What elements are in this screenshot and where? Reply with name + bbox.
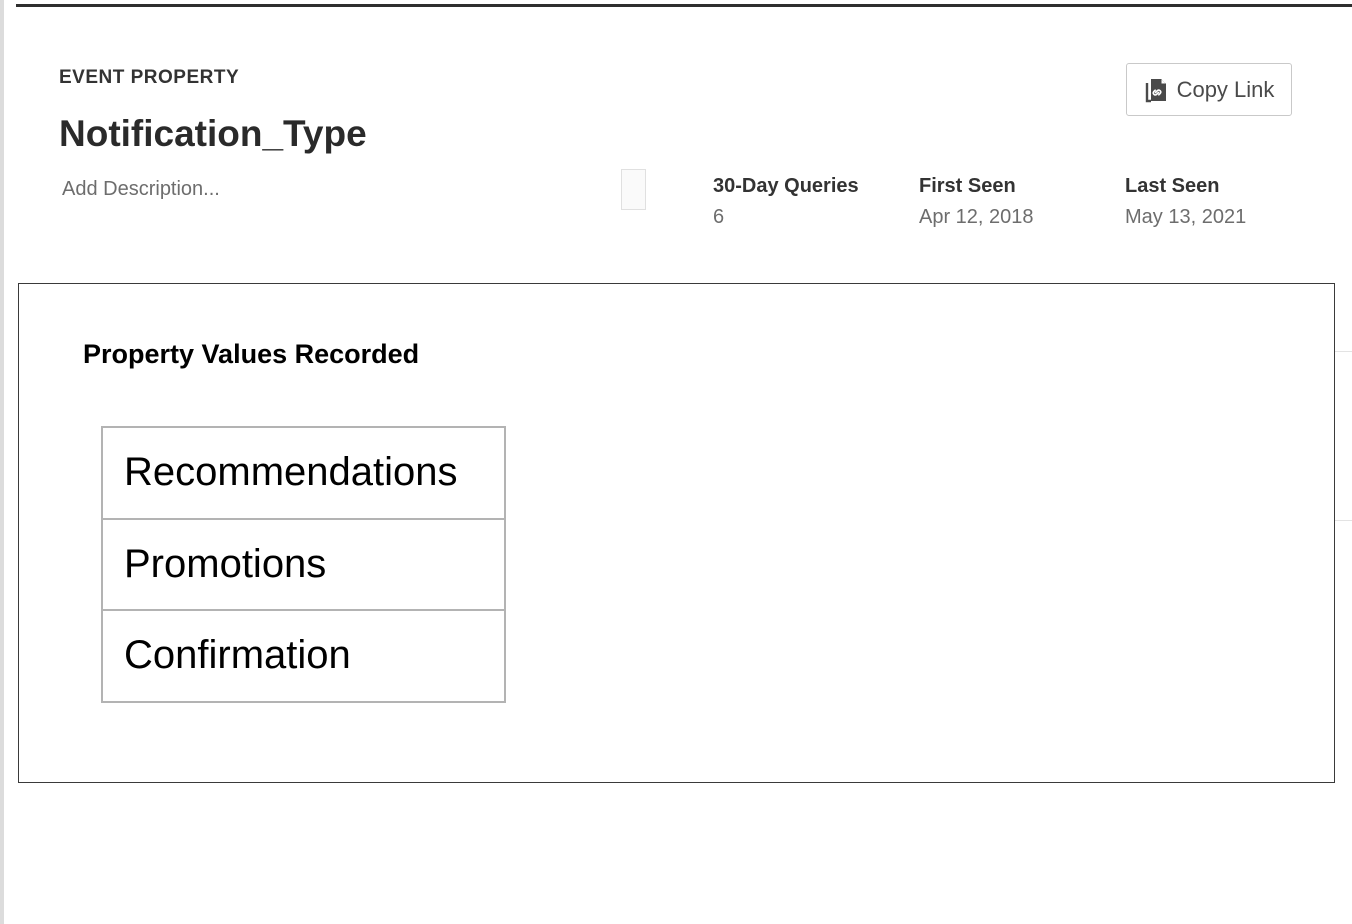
top-divider bbox=[16, 4, 1352, 7]
stat-value: Apr 12, 2018 bbox=[919, 206, 1034, 228]
property-value-cell: Recommendations bbox=[101, 426, 506, 520]
table-row: Recommendations bbox=[101, 426, 506, 520]
copy-link-icon bbox=[1145, 78, 1166, 102]
stat-last-seen: Last Seen May 13, 2021 bbox=[1125, 175, 1246, 229]
left-rail bbox=[0, 0, 4, 924]
property-value-cell: Promotions bbox=[101, 517, 506, 611]
copy-link-button[interactable]: Copy Link bbox=[1126, 63, 1292, 116]
stat-first-seen: First Seen Apr 12, 2018 bbox=[919, 175, 1034, 229]
property-name: Notification_Type bbox=[59, 113, 367, 154]
stat-30-day-queries: 30-Day Queries 6 bbox=[713, 175, 859, 229]
stat-label: 30-Day Queries bbox=[713, 175, 859, 197]
stat-label: First Seen bbox=[919, 175, 1016, 197]
side-divider bbox=[1334, 351, 1352, 352]
side-divider bbox=[1334, 520, 1352, 521]
property-values-title: Property Values Recorded bbox=[83, 339, 420, 369]
vertical-separator bbox=[621, 169, 646, 210]
property-values-card: Property Values Recorded Recommendations… bbox=[18, 283, 1335, 783]
property-value-cell: Confirmation bbox=[101, 609, 506, 703]
stat-value: 6 bbox=[713, 206, 725, 228]
table-row: Promotions bbox=[101, 517, 506, 611]
property-values-table: Recommendations Promotions Confirmation bbox=[101, 426, 506, 703]
stat-label: Last Seen bbox=[1125, 175, 1220, 197]
stat-value: May 13, 2021 bbox=[1125, 206, 1247, 228]
copy-link-label: Copy Link bbox=[1176, 76, 1275, 102]
property-kind-label: EVENT PROPERTY bbox=[59, 67, 240, 88]
description-field[interactable]: Add Description... bbox=[62, 178, 220, 201]
table-row: Confirmation bbox=[101, 609, 506, 703]
